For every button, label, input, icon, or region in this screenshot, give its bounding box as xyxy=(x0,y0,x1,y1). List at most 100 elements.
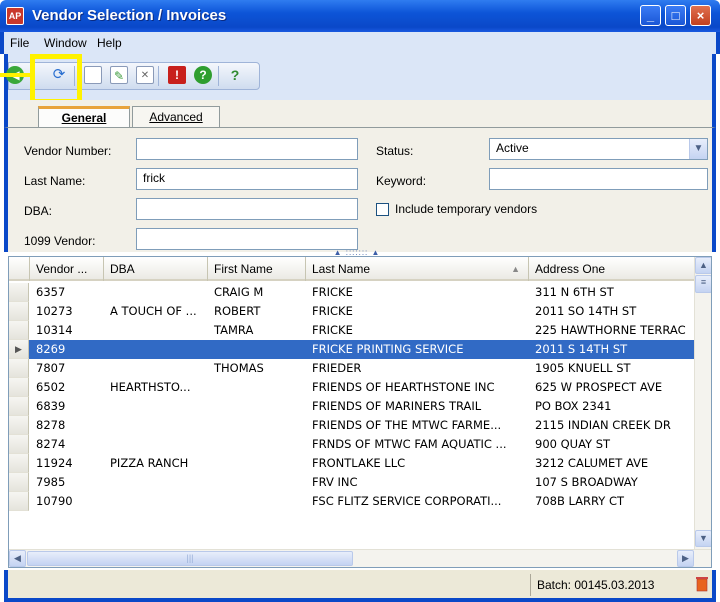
include-temp-checkbox[interactable] xyxy=(376,203,389,216)
table-row[interactable]: 10314 TAMRA FRICKE 225 HAWTHORNE TERRAC xyxy=(9,321,695,340)
keyword-input[interactable] xyxy=(489,168,708,190)
status-select[interactable]: Active ▼ xyxy=(489,138,708,160)
highlight-pointer xyxy=(0,73,30,77)
stop-icon[interactable]: ! xyxy=(168,66,186,84)
row-selector[interactable] xyxy=(9,397,29,416)
column-first-name[interactable]: First Name xyxy=(208,257,306,281)
row-selector[interactable] xyxy=(9,283,29,302)
cell-last-name: FRIEDER xyxy=(312,361,362,375)
table-row[interactable]: 10790 FSC FLITZ SERVICE CORPORATI... 708B … xyxy=(9,492,695,511)
row-selector[interactable] xyxy=(9,473,29,492)
vertical-scrollbar[interactable]: ▲ ≡ ▼ xyxy=(694,257,711,549)
cell-address-one: 1905 KNUELL ST xyxy=(535,361,631,375)
vendor-grid: Vendor ... DBA First Name Last Name ▲ Ad… xyxy=(8,256,712,568)
cell-first-name: TAMRA xyxy=(214,323,254,337)
status-bar: Batch: 00145.03.2013 xyxy=(4,570,716,602)
delete-icon[interactable]: ✕ xyxy=(136,66,154,84)
cell-dba xyxy=(104,416,208,435)
table-row[interactable]: 8278 FRIENDS OF THE MTWC FARME... 2115 IND… xyxy=(9,416,695,435)
row-pointer-icon[interactable]: ▶ xyxy=(9,340,29,359)
table-row[interactable]: 6839 FRIENDS OF MARINERS TRAIL PO BOX 2341 xyxy=(9,397,695,416)
scroll-left-icon[interactable]: ◀ xyxy=(9,550,26,567)
vendor-1099-label: 1099 Vendor: xyxy=(24,234,96,248)
new-icon[interactable] xyxy=(84,66,102,84)
dba-label: DBA: xyxy=(24,204,53,218)
cell-dba xyxy=(104,435,208,454)
vendor-number-input[interactable] xyxy=(136,138,358,160)
row-selector[interactable] xyxy=(9,454,29,473)
cell-vendor-number: 7807 xyxy=(36,361,66,375)
column-dba[interactable]: DBA xyxy=(104,257,208,281)
cell-last-name: FSC FLITZ SERVICE CORPORATI... xyxy=(312,494,502,508)
cell-last-name: FRICKE PRINTING SERVICE xyxy=(312,342,464,356)
cell-dba: HEARTHSTO... xyxy=(110,380,191,394)
row-selector[interactable] xyxy=(9,416,29,435)
status-select-value: Active xyxy=(496,141,529,155)
search-panel: Vendor Number: Last Name: frick DBA: 109… xyxy=(4,127,716,252)
dba-input[interactable] xyxy=(136,198,358,220)
cell-vendor-number: 10790 xyxy=(36,494,73,508)
row-selector[interactable] xyxy=(9,321,29,340)
column-vendor-number[interactable]: Vendor ... xyxy=(30,257,104,281)
menu-window[interactable]: Window xyxy=(44,36,87,50)
tab-general-label: General xyxy=(61,111,107,125)
close-button[interactable]: × xyxy=(690,5,711,26)
cell-vendor-number: 8274 xyxy=(36,437,66,451)
toolbar-separator xyxy=(218,66,219,86)
vendor-number-label: Vendor Number: xyxy=(24,144,112,158)
horizontal-scroll-thumb[interactable]: ||| xyxy=(27,551,353,566)
cell-first-name xyxy=(208,397,306,416)
scroll-right-icon[interactable]: ▶ xyxy=(677,550,694,567)
last-name-input[interactable]: frick xyxy=(136,168,358,190)
panel-splitter[interactable]: ▲ ::::::: ▲ xyxy=(312,249,402,257)
row-selector[interactable] xyxy=(9,492,29,511)
highlight-box xyxy=(30,54,82,104)
cell-dba xyxy=(104,321,208,340)
ok-icon[interactable]: ? xyxy=(194,66,212,84)
table-row[interactable]: 7807 THOMAS FRIEDER 1905 KNUELL ST xyxy=(9,359,695,378)
menu-file[interactable]: File xyxy=(10,36,29,50)
cell-last-name: FRIENDS OF HEARTHSTONE INC xyxy=(312,380,495,394)
cell-vendor-number: 8278 xyxy=(36,418,66,432)
cell-last-name: FRIENDS OF MARINERS TRAIL xyxy=(312,399,482,413)
table-row[interactable]: 6502 HEARTHSTO... FRIENDS OF HEARTHSTONE I… xyxy=(9,378,695,397)
chevron-down-icon[interactable]: ▼ xyxy=(689,139,707,159)
cell-dba xyxy=(104,492,208,511)
tab-general[interactable]: General xyxy=(38,106,130,128)
vendor-1099-input[interactable] xyxy=(136,228,358,250)
cell-vendor-number: 6357 xyxy=(36,285,66,299)
scroll-up-icon[interactable]: ▲ xyxy=(695,257,711,274)
cell-vendor-number: 10273 xyxy=(36,304,73,318)
cell-address-one: 107 S BROADWAY xyxy=(535,475,638,489)
table-row[interactable]: 7985 FRV INC 107 S BROADWAY xyxy=(9,473,695,492)
cell-first-name xyxy=(208,435,306,454)
help-icon[interactable]: ? xyxy=(226,66,244,84)
column-last-name[interactable]: Last Name ▲ xyxy=(306,257,529,281)
horizontal-scrollbar[interactable]: ◀ ||| ▶ xyxy=(9,549,711,567)
column-address-one[interactable]: Address One xyxy=(529,257,695,281)
maximize-button[interactable]: □ xyxy=(665,5,686,26)
table-row[interactable]: 10273 A TOUCH OF ... ROBERT FRICKE 2011 SO 1… xyxy=(9,302,695,321)
grid-header: Vendor ... DBA First Name Last Name ▲ Ad… xyxy=(9,257,695,281)
row-selector[interactable] xyxy=(9,359,29,378)
tab-advanced[interactable]: Advanced xyxy=(132,106,220,128)
row-selector[interactable] xyxy=(9,435,29,454)
cell-address-one: 225 HAWTHORNE TERRAC xyxy=(535,323,686,337)
toolbar-separator xyxy=(158,66,159,86)
menu-help[interactable]: Help xyxy=(97,36,122,50)
cell-last-name: FRICKE xyxy=(312,304,353,318)
trash-icon[interactable] xyxy=(696,576,708,592)
row-selector[interactable] xyxy=(9,302,29,321)
edit-icon[interactable]: ✎ xyxy=(110,66,128,84)
minimize-button[interactable]: _ xyxy=(640,5,661,26)
cell-last-name: FRICKE xyxy=(312,323,353,337)
title-bar: AP Vendor Selection / Invoices _ □ × xyxy=(0,0,720,32)
table-row[interactable]: 8274 FRNDS OF MTWC FAM AQUATIC ... 900 QUA… xyxy=(9,435,695,454)
cell-dba xyxy=(104,359,208,378)
table-row[interactable]: 11924 PIZZA RANCH FRONTLAKE LLC 3212 CALUME… xyxy=(9,454,695,473)
scroll-thumb[interactable]: ≡ xyxy=(695,275,711,293)
scroll-down-icon[interactable]: ▼ xyxy=(695,530,711,547)
table-row[interactable]: ▶ 8269 FRICKE PRINTING SERVICE 2011 S 14TH … xyxy=(9,340,695,359)
table-row[interactable]: 6357 CRAIG M FRICKE 311 N 6TH ST xyxy=(9,283,695,302)
row-selector[interactable] xyxy=(9,378,29,397)
